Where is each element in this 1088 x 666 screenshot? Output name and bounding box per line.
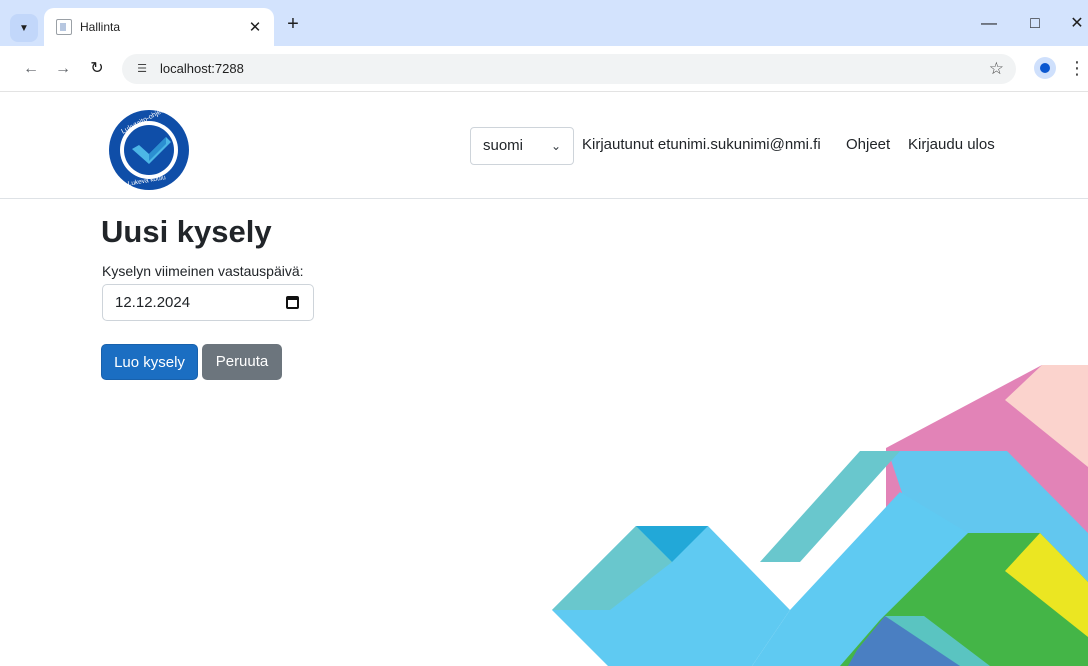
profile-person-icon[interactable] (1034, 57, 1056, 79)
browser-tab[interactable]: Hallinta ✕ (44, 8, 274, 46)
url-text: localhost:7288 (160, 61, 244, 76)
deadline-label: Kyselyn viimeinen vastauspäivä: (102, 263, 304, 279)
help-link[interactable]: Ohjeet (846, 136, 890, 153)
logout-link[interactable]: Kirjaudu ulos (908, 136, 995, 153)
cancel-button[interactable]: Peruuta (202, 344, 282, 380)
deadline-date-input[interactable]: 12.12.2024 (102, 284, 314, 321)
new-tab-plus-icon[interactable]: + (282, 14, 304, 36)
site-header: Lukutaito-ohjelma Lukeva koulu suomi ⌄ K… (0, 92, 1088, 199)
browser-menu-more-vertical-icon[interactable]: ⋮ (1068, 57, 1086, 79)
site-info-tune-icon[interactable]: ☰ (134, 61, 150, 77)
tab-search-chevron-down-icon[interactable]: ▼ (10, 14, 38, 42)
language-selected: suomi (483, 137, 524, 154)
back-arrow-left-icon[interactable]: ← (20, 58, 42, 80)
select-chevron-down-icon: ⌄ (550, 139, 561, 153)
forward-arrow-right-icon[interactable]: → (52, 58, 74, 80)
window-close-icon[interactable]: ✕ (1062, 12, 1088, 36)
browser-tabstrip: ▼ Hallinta ✕ + — □ ✕ (0, 0, 1088, 46)
page-viewport: Lukutaito-ohjelma Lukeva koulu suomi ⌄ K… (0, 92, 1088, 666)
deadline-date-value: 12.12.2024 (115, 294, 191, 311)
reload-icon[interactable]: ↻ (86, 58, 108, 80)
bookmark-star-icon[interactable]: ☆ (989, 59, 1004, 79)
tab-title: Hallinta (80, 20, 121, 34)
minimize-icon[interactable]: — (974, 12, 1004, 36)
lukeva-koulu-logo[interactable]: Lukutaito-ohjelma Lukeva koulu (108, 109, 190, 191)
browser-toolbar: ← → ↻ ☰ localhost:7288 ☆ (0, 46, 1088, 92)
profile-avatar (1040, 63, 1050, 73)
language-select[interactable]: suomi ⌄ (470, 127, 574, 165)
maximize-icon[interactable]: □ (1020, 12, 1050, 36)
logged-in-user: Kirjautunut etunimi.sukunimi@nmi.fi (582, 136, 821, 153)
address-bar[interactable]: ☰ localhost:7288 ☆ (122, 54, 1016, 84)
page-title: Uusi kysely (101, 214, 272, 249)
favicon-icon (56, 19, 72, 35)
tab-close-icon[interactable]: ✕ (246, 18, 264, 36)
create-survey-button[interactable]: Luo kysely (101, 344, 198, 380)
calendar-icon[interactable] (286, 296, 299, 309)
